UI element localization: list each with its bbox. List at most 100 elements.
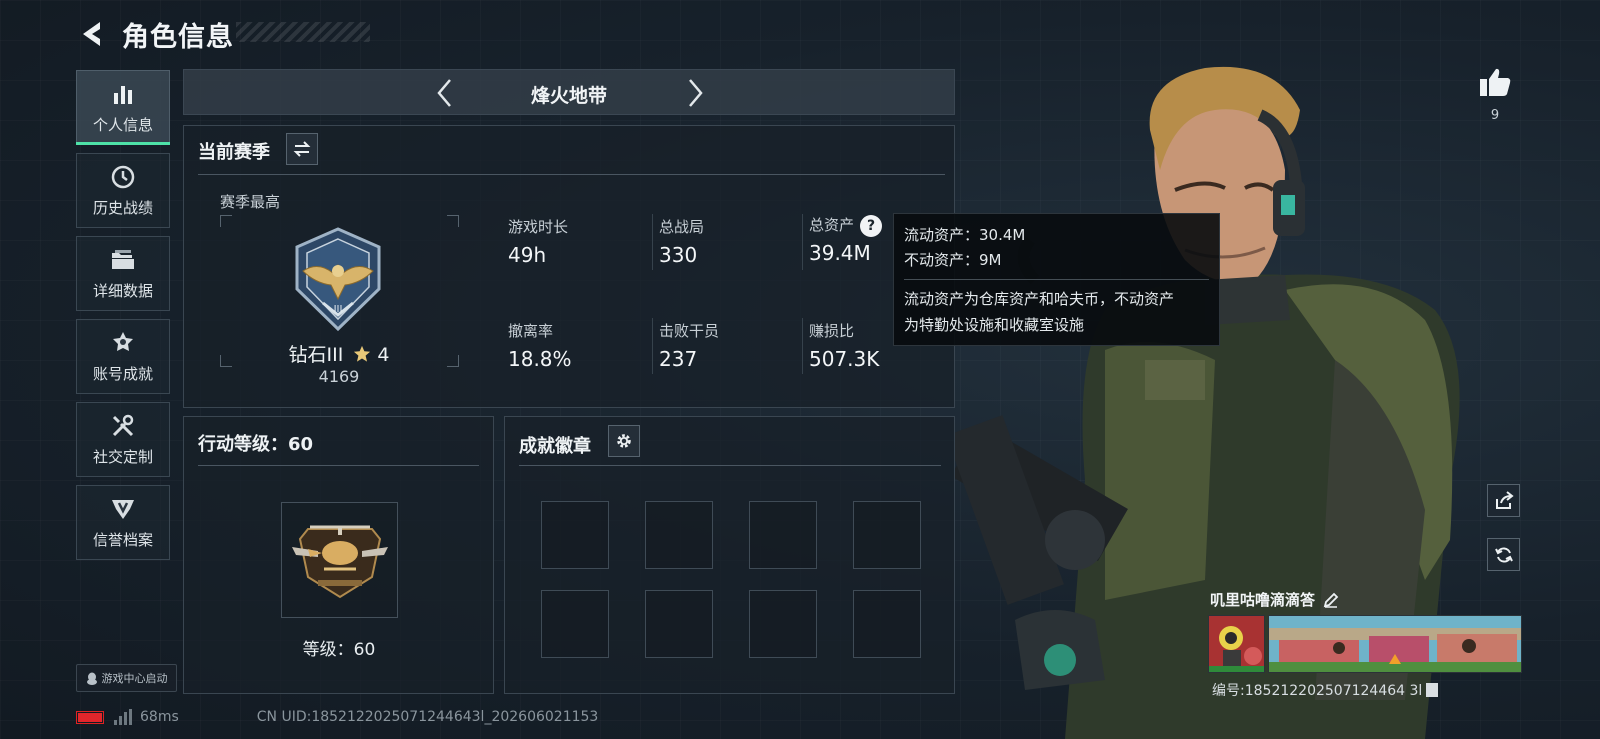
badge-slot[interactable] <box>853 501 921 569</box>
sidebar-item-social-custom[interactable]: 社交定制 <box>76 402 170 477</box>
tooltip-description-line1: 流动资产为仓库资产和哈夫币，不动资产 <box>904 290 1175 308</box>
stat-divider <box>802 318 803 374</box>
next-map-button[interactable] <box>678 75 714 111</box>
badge-slot[interactable] <box>853 590 921 658</box>
rank-emblem-icon: III <box>295 227 381 332</box>
assets-tooltip: 流动资产：30.4M 不动资产：9M 流动资产为仓库资产和哈夫币，不动资产 为特… <box>893 213 1220 346</box>
svg-text:III: III <box>334 304 343 315</box>
map-name: 烽火地带 <box>530 85 607 107</box>
ping-value: 68ms <box>140 709 179 725</box>
tooltip-fixed-assets: 不动资产：9M <box>904 251 1002 269</box>
sidebar-item-label: 信誉档案 <box>92 531 153 549</box>
tools-icon <box>109 412 137 440</box>
rank-score: 4169 <box>318 367 360 386</box>
stat-label: 撤离率 <box>508 322 554 340</box>
stat-divider <box>802 214 803 270</box>
game-center-launch-button[interactable]: 游戏中心启动 <box>76 664 177 692</box>
stat-label-text: 总资产 <box>809 216 855 234</box>
stat-total-matches: 总战局 330 <box>659 216 704 267</box>
stat-value: 237 <box>659 347 698 371</box>
clock-icon <box>109 163 137 191</box>
sidebar-item-history[interactable]: 历史战绩 <box>76 153 170 228</box>
refresh-icon <box>1494 546 1513 563</box>
back-button[interactable] <box>76 16 108 52</box>
gear-icon <box>617 434 631 448</box>
map-selector: 烽火地带 <box>183 69 955 115</box>
badge-slot[interactable] <box>645 501 713 569</box>
sidebar-item-label: 账号成就 <box>92 365 153 383</box>
sidebar-item-label: 社交定制 <box>92 448 153 466</box>
tooltip-liquid-assets: 流动资产：30.4M <box>904 226 1026 244</box>
back-arrow-icon <box>83 22 100 46</box>
rank-name: 钻石III 4 <box>214 340 464 367</box>
shield-badge-icon <box>109 495 137 523</box>
sidebar-item-label: 详细数据 <box>92 282 153 300</box>
tooltip-divider <box>904 279 1209 280</box>
like-button[interactable]: 9 <box>1475 66 1515 123</box>
stat-value: 39.4M <box>809 240 871 265</box>
refresh-button[interactable] <box>1487 538 1520 571</box>
folder-icon <box>109 246 137 274</box>
page-title: 角色信息 <box>122 21 234 53</box>
swap-icon <box>293 141 311 157</box>
signal-icon <box>114 709 132 725</box>
stat-divider <box>652 214 653 270</box>
player-name-row: 叽里咕噜滴滴答 <box>1210 589 1339 610</box>
sidebar-item-achievements[interactable]: 账号成就 <box>76 319 170 394</box>
action-panel-divider <box>198 465 479 466</box>
uid-text: CN UID:1852122025071244643l_202606021153 <box>256 709 599 725</box>
stat-total-assets: 总资产? 39.4M <box>809 209 887 265</box>
chevron-right-icon <box>689 79 703 107</box>
rank-stars: 4 <box>377 344 390 366</box>
sidebar-item-detail-data[interactable]: 详细数据 <box>76 236 170 311</box>
season-best-label: 赛季最高 <box>220 193 281 211</box>
stat-operators-defeated: 击败干员 237 <box>659 320 719 371</box>
rank-frame-corner <box>220 215 232 227</box>
season-panel-title: 当前赛季 <box>198 142 270 163</box>
stat-label: 游戏时长 <box>508 218 569 236</box>
edit-pencil-icon[interactable] <box>1323 592 1339 608</box>
player-banner[interactable] <box>1268 615 1522 673</box>
header: 角色信息 <box>76 14 234 54</box>
stat-value: 18.8% <box>508 347 572 371</box>
player-name: 叽里咕噜滴滴答 <box>1210 591 1316 609</box>
stat-label: 总资产? <box>809 209 887 242</box>
player-avatar[interactable] <box>1208 615 1265 673</box>
stat-label: 赚损比 <box>809 322 855 340</box>
sidebar-item-credit-record[interactable]: 信誉档案 <box>76 485 170 560</box>
stat-divider <box>652 318 653 374</box>
penguin-icon <box>86 672 97 685</box>
medal-icon <box>109 329 137 357</box>
level-label: 等级：60 <box>302 640 376 660</box>
stat-label: 总战局 <box>659 218 705 236</box>
season-panel-divider <box>198 174 945 175</box>
achievement-panel-divider <box>519 465 941 466</box>
badge-slot[interactable] <box>749 590 817 658</box>
share-button[interactable] <box>1487 484 1520 517</box>
achievement-settings-button[interactable] <box>608 425 640 457</box>
thumbs-up-icon <box>1480 68 1511 96</box>
status-footer: 68ms CN UID:1852122025071244643l_2026060… <box>76 707 598 727</box>
like-count: 9 <box>1490 108 1500 123</box>
banner-art <box>1269 616 1521 672</box>
season-switch-button[interactable] <box>286 133 318 165</box>
sidebar-item-label: 个人信息 <box>92 116 153 134</box>
copy-icon[interactable] <box>1426 683 1439 697</box>
badge-slot[interactable] <box>749 501 817 569</box>
badge-slot[interactable] <box>645 590 713 658</box>
sidebar-item-personal-info[interactable]: 个人信息 <box>76 70 170 145</box>
action-level-title: 行动等级：60 <box>198 434 314 455</box>
help-icon[interactable]: ? <box>855 209 887 242</box>
badge-slot[interactable] <box>541 590 609 658</box>
player-serial: 编号:185212202507124464 3l <box>1212 680 1439 700</box>
share-icon <box>1495 490 1514 509</box>
star-icon <box>354 345 371 362</box>
badge-slot[interactable] <box>541 501 609 569</box>
stat-extraction-rate: 撤离率 18.8% <box>508 320 572 371</box>
helicopter-emblem-icon <box>292 525 388 599</box>
launch-label: 游戏中心启动 <box>101 672 168 685</box>
stat-value: 49h <box>508 243 547 267</box>
avatar-art <box>1209 616 1264 672</box>
rank-frame-corner <box>447 215 459 227</box>
stat-value: 507.3K <box>809 347 880 371</box>
